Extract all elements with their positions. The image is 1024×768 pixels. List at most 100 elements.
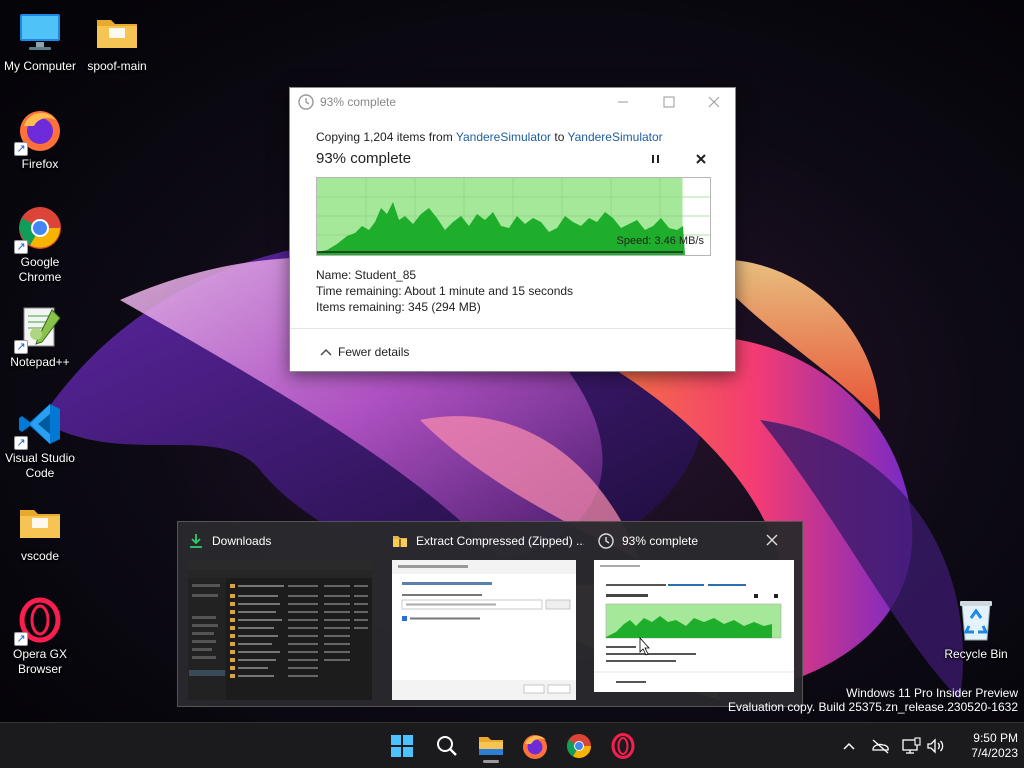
cancel-copy-button[interactable] xyxy=(690,151,712,167)
desktop-icon-label: My Computer xyxy=(3,59,77,73)
desktop-icon-label: spoof-main xyxy=(87,59,147,73)
desktop-icon-vscode-folder[interactable]: vscode xyxy=(0,498,80,564)
display-status[interactable] xyxy=(900,735,922,757)
monitor-icon xyxy=(16,8,64,56)
chevron-up-icon xyxy=(320,345,338,359)
maximize-icon xyxy=(663,96,675,108)
network-status[interactable] xyxy=(869,735,891,757)
chrome-icon xyxy=(566,734,591,759)
network-icon xyxy=(872,739,889,754)
items-remaining: Items remaining: 345 (294 MB) xyxy=(316,300,481,314)
clock-icon xyxy=(298,94,314,110)
copy-summary-to: to xyxy=(551,130,568,144)
destination-folder-link[interactable]: YandereSimulator xyxy=(568,130,663,144)
desktop-icon-label: vscode xyxy=(20,549,60,563)
current-file-name: Name: Student_85 xyxy=(316,268,417,282)
minimize-icon xyxy=(618,101,628,103)
recycle-bin-icon xyxy=(952,596,1000,644)
start-button[interactable] xyxy=(385,729,419,763)
notepadpp-icon: ↗ xyxy=(14,304,64,354)
thumbnail-preview xyxy=(188,560,372,700)
thumbnail-header: Extract Compressed (Zipped) ... xyxy=(384,532,584,550)
maximize-button[interactable] xyxy=(646,88,692,116)
thumbnail-title: Downloads xyxy=(212,534,272,548)
copy-progress-dialog[interactable]: 93% complete Copying 1,204 items from Ya… xyxy=(289,87,736,372)
shortcut-arrow-icon: ↗ xyxy=(14,240,28,254)
display-icon xyxy=(902,737,921,754)
search-button[interactable] xyxy=(430,729,464,763)
active-indicator xyxy=(483,760,499,763)
show-hidden-icons-button[interactable] xyxy=(838,735,860,757)
clock-icon xyxy=(598,533,614,549)
desktop-icon-label: Visual Studio Code xyxy=(5,451,75,480)
chevron-up-icon xyxy=(843,742,855,750)
folder-icon xyxy=(93,8,141,56)
desktop-icon-recycle-bin[interactable]: Recycle Bin xyxy=(936,596,1016,662)
volume-icon xyxy=(927,738,944,754)
desktop-icon-spoof-main[interactable]: spoof-main xyxy=(77,8,157,74)
desktop-icon-label: Google Chrome xyxy=(18,255,62,284)
minimize-button[interactable] xyxy=(600,88,646,116)
windows-watermark: Windows 11 Pro Insider Preview Evaluatio… xyxy=(728,686,1018,714)
thumbnail-title: Extract Compressed (Zipped) ... xyxy=(416,534,584,548)
pause-icon xyxy=(652,155,659,163)
copy-summary-text: Copying 1,204 items from xyxy=(316,130,456,144)
desktop-icon-firefox[interactable]: ↗ Firefox xyxy=(0,106,80,172)
speed-label: Speed: 3.46 MB/s xyxy=(616,235,704,247)
chrome-icon: ↗ xyxy=(14,204,64,254)
system-clock[interactable]: 9:50 PM 7/4/2023 xyxy=(948,731,1018,761)
fewer-details-toggle[interactable]: Fewer details xyxy=(320,345,409,359)
file-explorer-icon xyxy=(479,737,503,755)
taskbar-firefox[interactable] xyxy=(518,729,552,763)
source-folder-link[interactable]: YandereSimulator xyxy=(456,130,551,144)
taskbar-thumbnail-flyout: Downloads Extract Compressed (Zipped) ..… xyxy=(177,521,803,707)
zip-folder-icon xyxy=(393,536,407,547)
fewer-details-label: Fewer details xyxy=(338,345,410,359)
desktop-icon-label: Notepad++ xyxy=(10,355,70,369)
thumbnail-downloads[interactable]: Downloads xyxy=(180,522,380,706)
copy-details: Name: Student_85 Time remaining: About 1… xyxy=(316,267,573,315)
clock-date: 7/4/2023 xyxy=(971,746,1018,760)
download-icon xyxy=(190,534,202,548)
shortcut-arrow-icon: ↗ xyxy=(14,436,28,450)
thumbnail-title: 93% complete xyxy=(622,534,699,548)
thumbnail-header: 93% complete xyxy=(590,532,790,550)
search-icon xyxy=(437,736,457,756)
desktop-icon-notepadpp[interactable]: ↗ Notepad++ xyxy=(0,304,80,370)
thumbnail-close-button[interactable] xyxy=(764,532,780,548)
desktop-icon-label: Opera GX Browser xyxy=(12,647,68,676)
taskbar-file-explorer[interactable] xyxy=(474,729,508,763)
close-button[interactable] xyxy=(691,88,737,116)
desktop-icon-google-chrome[interactable]: ↗ Google Chrome xyxy=(0,204,80,285)
copy-summary: Copying 1,204 items from YandereSimulato… xyxy=(316,130,663,144)
watermark-build: Evaluation copy. Build 25375.zn_release.… xyxy=(728,700,1018,714)
time-remaining: Time remaining: About 1 minute and 15 se… xyxy=(316,284,574,298)
firefox-icon xyxy=(523,735,547,759)
folder-icon xyxy=(16,498,64,546)
clock-time: 9:50 PM xyxy=(973,731,1018,745)
desktop-icon-label: Recycle Bin xyxy=(944,647,1008,661)
start-icon xyxy=(391,735,413,757)
vscode-icon: ↗ xyxy=(14,400,64,450)
desktop-icon-my-computer[interactable]: My Computer xyxy=(0,8,80,74)
shortcut-arrow-icon: ↗ xyxy=(14,142,28,156)
desktop-icon-label: Firefox xyxy=(21,157,59,171)
volume-control[interactable] xyxy=(925,735,947,757)
shortcut-arrow-icon: ↗ xyxy=(14,340,28,354)
pause-button[interactable] xyxy=(645,151,667,167)
progress-title: 93% complete xyxy=(316,150,412,167)
dialog-titlebar[interactable]: 93% complete xyxy=(290,88,735,116)
desktop-icon-visual-studio-code[interactable]: ↗ Visual Studio Code xyxy=(0,400,80,481)
transfer-speed-graph: Speed: 3.46 MB/s xyxy=(316,177,711,256)
thumbnail-preview xyxy=(594,560,794,700)
thumbnail-extract-compressed[interactable]: Extract Compressed (Zipped) ... xyxy=(384,522,584,706)
thumbnail-header: Downloads xyxy=(180,532,380,550)
taskbar: 9:50 PM 7/4/2023 xyxy=(0,722,1024,768)
taskbar-chrome[interactable] xyxy=(562,729,596,763)
shortcut-arrow-icon: ↗ xyxy=(14,632,28,646)
close-icon xyxy=(708,96,720,108)
thumbnail-copy-progress[interactable]: 93% complete xyxy=(590,522,794,706)
firefox-icon: ↗ xyxy=(14,106,64,156)
taskbar-opera-gx[interactable] xyxy=(606,729,640,763)
desktop-icon-opera-gx[interactable]: ↗ Opera GX Browser xyxy=(0,596,80,677)
